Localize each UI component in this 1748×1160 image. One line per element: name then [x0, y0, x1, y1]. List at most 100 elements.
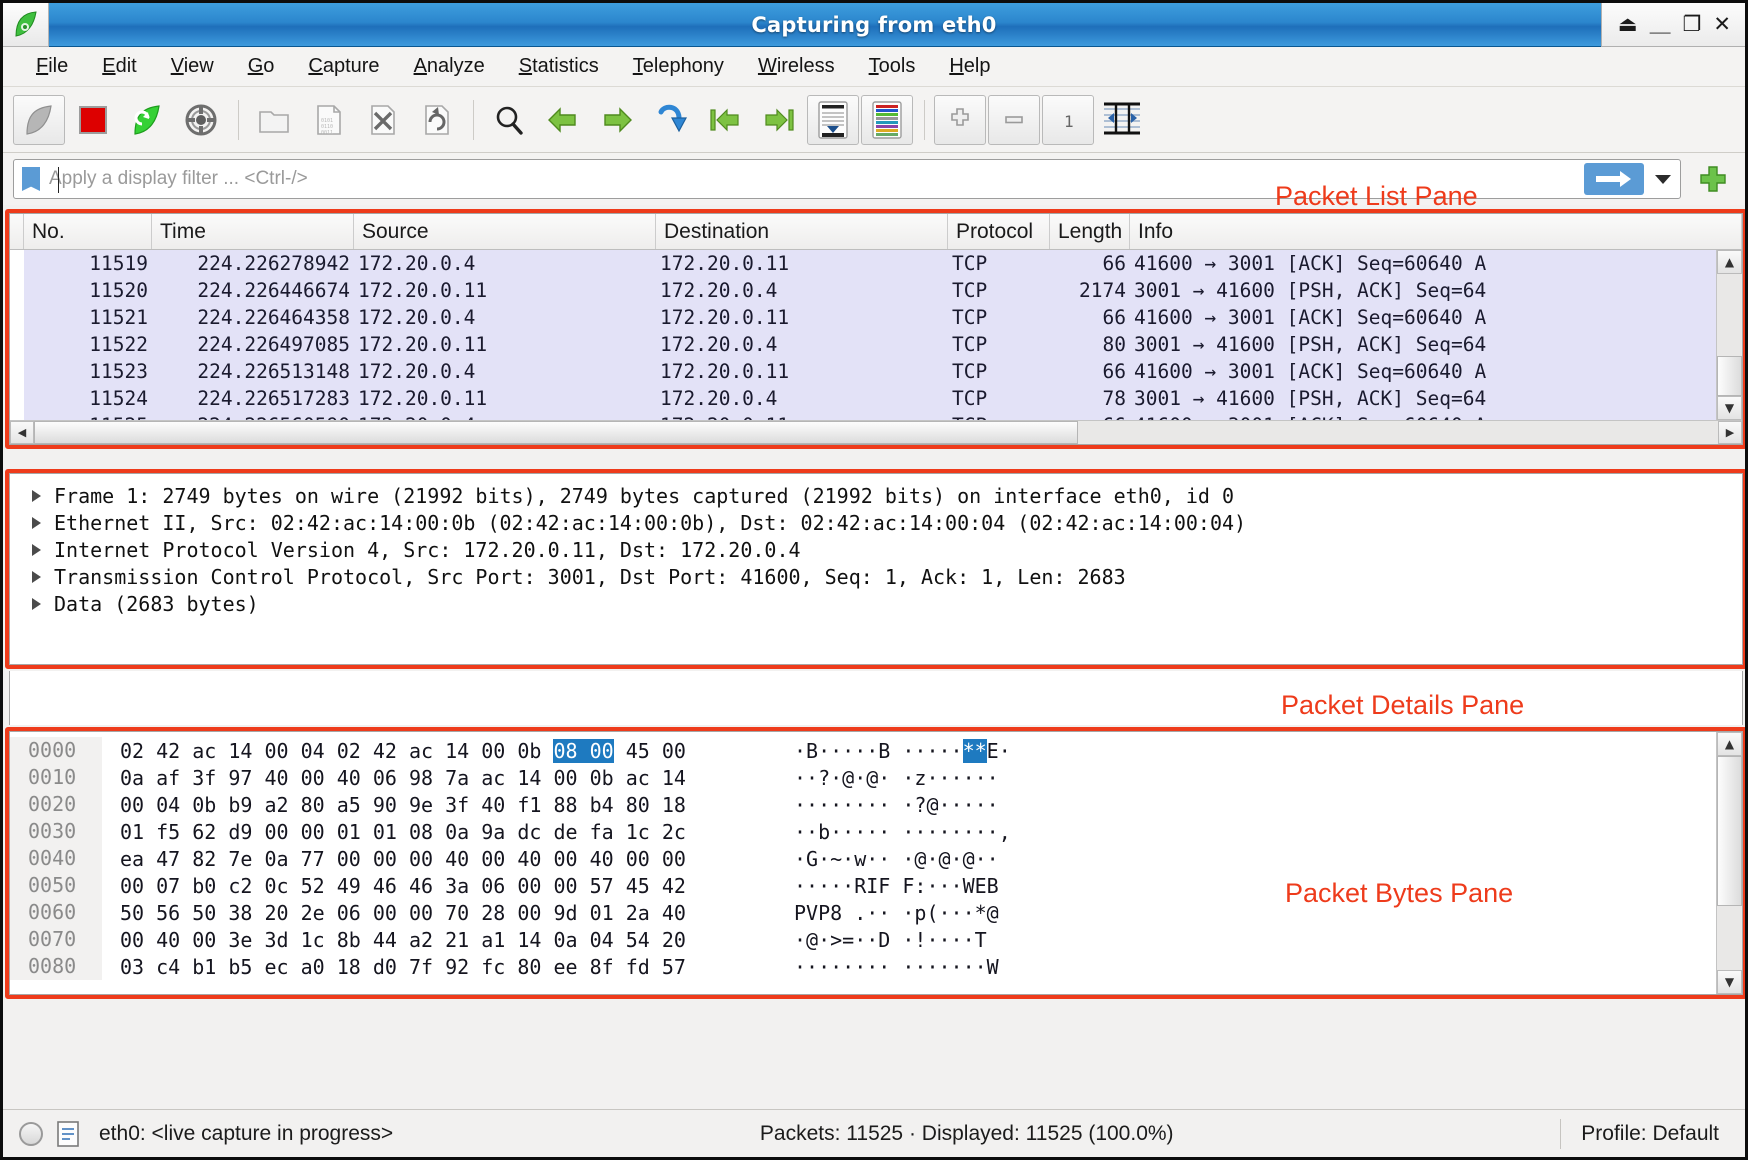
menu-capture[interactable]: Capture	[291, 51, 396, 82]
window-controls: ⏏ ＿ ❐ ✕	[1601, 3, 1745, 47]
restart-capture-button[interactable]	[121, 95, 173, 145]
hex-row[interactable]: 003001 f5 62 d9 00 00 01 01 08 0a 9a dc …	[10, 818, 1716, 845]
column-header-protocol[interactable]: Protocol	[948, 214, 1050, 249]
menu-file[interactable]: File	[19, 51, 85, 82]
profile-status[interactable]: Profile: Default	[1581, 1122, 1729, 1146]
open-file-button[interactable]	[248, 95, 300, 145]
reload-file-button[interactable]	[410, 95, 462, 145]
cell-proto: TCP	[948, 414, 1050, 420]
scroll-track[interactable]	[1717, 274, 1742, 356]
scroll-thumb[interactable]	[1717, 356, 1742, 396]
packet-row[interactable]: 11521224.226464358172.20.0.4172.20.0.11T…	[10, 304, 1742, 331]
capture-options-button[interactable]	[175, 95, 227, 145]
expand-triangle-icon[interactable]	[32, 544, 41, 556]
expand-triangle-icon[interactable]	[32, 598, 41, 610]
bookmark-icon[interactable]	[22, 167, 40, 191]
column-header-no[interactable]: No.	[24, 214, 152, 249]
packet-row[interactable]: 11520224.226446674172.20.0.11172.20.0.4T…	[10, 277, 1742, 304]
apply-filter-button[interactable]	[1584, 163, 1644, 195]
expand-triangle-icon[interactable]	[32, 571, 41, 583]
stop-capture-button[interactable]	[67, 95, 119, 145]
close-button[interactable]: ✕	[1713, 14, 1731, 35]
hex-dump[interactable]: 000002 42 ac 14 00 04 02 42 ac 14 00 0b …	[10, 732, 1716, 994]
menu-view[interactable]: View	[154, 51, 231, 82]
column-header-source[interactable]: Source	[354, 214, 656, 249]
zoom-out-button[interactable]	[988, 95, 1040, 145]
go-back-button[interactable]	[537, 95, 589, 145]
status-separator	[1560, 1119, 1561, 1149]
expand-triangle-icon[interactable]	[32, 517, 41, 529]
scroll-up-arrow[interactable]: ▲	[1717, 732, 1742, 756]
capture-file-properties-icon[interactable]	[55, 1120, 81, 1148]
colorize-packets-button[interactable]	[861, 95, 913, 145]
scroll-down-arrow[interactable]: ▼	[1717, 970, 1742, 994]
detail-row[interactable]: Transmission Control Protocol, Src Port:…	[10, 563, 1742, 590]
packet-list-horizontal-scrollbar[interactable]: ◀ ▶	[10, 420, 1742, 444]
hex-row[interactable]: 00100a af 3f 97 40 00 40 06 98 7a ac 14 …	[10, 764, 1716, 791]
expand-triangle-icon[interactable]	[32, 490, 41, 502]
row-gutter	[10, 304, 24, 331]
column-header-length[interactable]: Length	[1050, 214, 1130, 249]
zoom-in-button[interactable]	[934, 95, 986, 145]
packet-details-pane[interactable]: Frame 1: 2749 bytes on wire (21992 bits)…	[9, 473, 1743, 665]
scroll-down-arrow[interactable]: ▼	[1717, 396, 1742, 420]
go-to-first-packet-button[interactable]	[699, 95, 751, 145]
scroll-left-arrow[interactable]: ◀	[10, 421, 34, 444]
capture-status-circle-icon[interactable]	[19, 1122, 43, 1146]
menu-edit[interactable]: Edit	[85, 51, 153, 82]
scroll-up-arrow[interactable]: ▲	[1717, 250, 1742, 274]
detail-row[interactable]: Frame 1: 2749 bytes on wire (21992 bits)…	[10, 482, 1742, 509]
packet-bytes-pane[interactable]: 000002 42 ac 14 00 04 02 42 ac 14 00 0b …	[9, 731, 1743, 995]
menu-statistics[interactable]: Statistics	[502, 51, 616, 82]
minimize-button[interactable]: ＿	[1650, 14, 1671, 35]
packet-bytes-vertical-scrollbar[interactable]: ▲ ▼	[1716, 732, 1742, 994]
column-header-time[interactable]: Time	[152, 214, 354, 249]
go-forward-button[interactable]	[591, 95, 643, 145]
add-filter-button[interactable]	[1695, 164, 1731, 194]
hscroll-track[interactable]	[34, 421, 1718, 444]
menu-go[interactable]: Go	[231, 51, 292, 82]
close-file-button[interactable]	[356, 95, 408, 145]
column-header-destination[interactable]: Destination	[656, 214, 948, 249]
detail-row[interactable]: Ethernet II, Src: 02:42:ac:14:00:0b (02:…	[10, 509, 1742, 536]
save-file-button[interactable]: 010101100011	[302, 95, 354, 145]
autoscroll-button[interactable]	[807, 95, 859, 145]
column-header-info[interactable]: Info	[1130, 214, 1742, 249]
packet-list-vertical-scrollbar[interactable]: ▲ ▼	[1716, 250, 1742, 420]
scroll-thumb[interactable]	[1717, 756, 1742, 906]
menu-telephony[interactable]: Telephony	[616, 51, 741, 82]
hex-row[interactable]: 007000 40 00 3e 3d 1c 8b 44 a2 21 a1 14 …	[10, 926, 1716, 953]
scroll-track[interactable]	[1717, 906, 1742, 970]
hscroll-thumb[interactable]	[34, 421, 1078, 444]
packet-row[interactable]: 11519224.226278942172.20.0.4172.20.0.11T…	[10, 250, 1742, 277]
detail-row[interactable]: Internet Protocol Version 4, Src: 172.20…	[10, 536, 1742, 563]
unmaximize-restore-button[interactable]: ⏏	[1618, 14, 1638, 35]
maximize-button[interactable]: ❐	[1683, 14, 1702, 35]
hex-row[interactable]: 0040ea 47 82 7e 0a 77 00 00 00 40 00 40 …	[10, 845, 1716, 872]
go-to-packet-button[interactable]	[645, 95, 697, 145]
find-packet-button[interactable]	[483, 95, 535, 145]
detail-text: Transmission Control Protocol, Src Port:…	[54, 565, 1126, 589]
menu-tools[interactable]: Tools	[852, 51, 933, 82]
zoom-reset-button[interactable]: 1	[1042, 95, 1094, 145]
resize-columns-button[interactable]	[1096, 95, 1148, 145]
packet-list-pane[interactable]: No.TimeSourceDestinationProtocolLengthIn…	[9, 213, 1743, 445]
packet-row[interactable]: 11522224.226497085172.20.0.11172.20.0.4T…	[10, 331, 1742, 358]
packet-list-body[interactable]: 11519224.226278942172.20.0.4172.20.0.11T…	[10, 250, 1742, 420]
packet-row[interactable]: 11524224.226517283172.20.0.11172.20.0.4T…	[10, 385, 1742, 412]
menu-analyze[interactable]: Analyze	[397, 51, 502, 82]
menu-help[interactable]: Help	[932, 51, 1007, 82]
scroll-right-arrow[interactable]: ▶	[1718, 421, 1742, 444]
menu-wireless[interactable]: Wireless	[741, 51, 852, 82]
go-to-last-packet-button[interactable]	[753, 95, 805, 145]
cell-len: 80	[1050, 333, 1130, 356]
filter-dropdown-button[interactable]	[1646, 161, 1680, 197]
detail-row[interactable]: Data (2683 bytes)	[10, 590, 1742, 617]
display-filter-input[interactable]: Apply a display filter ... <Ctrl-/>	[49, 168, 308, 190]
hex-row[interactable]: 000002 42 ac 14 00 04 02 42 ac 14 00 0b …	[10, 737, 1716, 764]
hex-row[interactable]: 008003 c4 b1 b5 ec a0 18 d0 7f 92 fc 80 …	[10, 953, 1716, 980]
packet-row[interactable]: 11523224.226513148172.20.0.4172.20.0.11T…	[10, 358, 1742, 385]
packet-row[interactable]: 11525224.226560590172.20.0.4172.20.0.11T…	[10, 412, 1742, 420]
start-capture-button[interactable]	[13, 95, 65, 145]
hex-row[interactable]: 002000 04 0b b9 a2 80 a5 90 9e 3f 40 f1 …	[10, 791, 1716, 818]
